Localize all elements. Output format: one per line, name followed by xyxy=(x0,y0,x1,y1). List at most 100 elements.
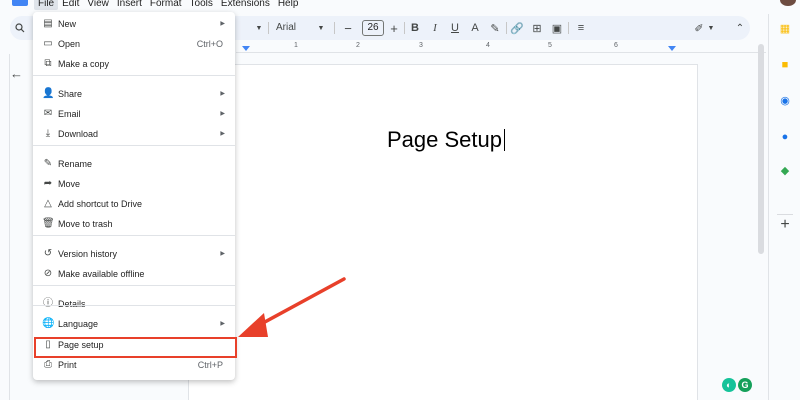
menu-item-document[interactable]: ▤ New ▶ xyxy=(33,15,235,33)
toolbar-divider xyxy=(568,22,569,34)
decrease-font-size-icon[interactable]: − xyxy=(340,16,356,40)
menu-edit[interactable]: Edit xyxy=(58,0,83,10)
ruler-mark: 2 xyxy=(356,42,360,49)
page-setup-highlight-annotation xyxy=(34,337,237,358)
menu-item-person-add[interactable]: 👤 Share ▶ xyxy=(33,85,235,103)
highlight-pen-icon[interactable]: ✎ xyxy=(488,16,502,40)
bold-button[interactable]: B xyxy=(408,16,422,40)
grammarly-icon[interactable]: ◐ xyxy=(722,378,736,392)
italic-button[interactable]: I xyxy=(428,16,442,40)
font-family-select[interactable]: Arial xyxy=(276,16,296,40)
menu-item-info[interactable]: ⓘ Details xyxy=(33,295,235,313)
menu-item-label: Details xyxy=(58,299,86,309)
calendar-icon[interactable]: ▦ xyxy=(778,22,792,36)
menu-item-label: Move xyxy=(58,179,81,189)
menu-item-label: Make a copy xyxy=(58,59,110,69)
document-title-text[interactable]: Page Setup xyxy=(387,127,505,153)
file-menu-dropdown: ▤ New ▶ ▭ Open Ctrl+O ⧉ Make a copy 👤 Share ▶ ✉ Emai… xyxy=(33,12,235,380)
menu-item-trash[interactable]: 🗑 Move to trash xyxy=(33,215,235,233)
right-indent-marker[interactable] xyxy=(668,46,676,51)
menu-item-label: Print xyxy=(58,360,77,370)
menu-item-label: Download xyxy=(58,129,99,139)
menu-item-history[interactable]: ↺ Version history ▶ xyxy=(33,245,235,263)
menu-item-label: New xyxy=(58,19,77,29)
menu-item-email[interactable]: ✉ Email ▶ xyxy=(33,105,235,123)
contacts-icon[interactable]: ● xyxy=(778,130,792,144)
add-comment-icon[interactable]: ⊞ xyxy=(530,16,544,40)
ruler-mark: 6 xyxy=(614,42,618,49)
increase-font-size-icon[interactable]: + xyxy=(386,16,402,40)
menu-item-print[interactable]: ⎙ Print Ctrl+P xyxy=(33,356,235,374)
left-indent-marker[interactable] xyxy=(242,46,250,51)
avatar[interactable] xyxy=(780,0,796,6)
tasks-icon[interactable]: ◉ xyxy=(778,94,792,108)
history-icon: ↺ xyxy=(43,248,53,259)
search-menus-icon[interactable] xyxy=(12,16,28,40)
grammarly-g-icon[interactable]: G xyxy=(738,378,752,392)
outline-back-arrow-icon[interactable]: ← xyxy=(10,66,23,81)
toolbar-divider xyxy=(268,22,269,34)
submenu-arrow-icon: ▶ xyxy=(220,251,225,257)
hide-menus-chevron-up-icon[interactable]: ⌃ xyxy=(734,16,746,40)
menu-item-label: Email xyxy=(58,109,81,119)
align-left-icon[interactable]: ≡ xyxy=(574,16,588,40)
menu-item-download[interactable]: ⤓ Download ▶ xyxy=(33,125,235,143)
style-dropdown-chevron-icon[interactable]: ▼ xyxy=(254,16,264,40)
docs-logo-icon[interactable] xyxy=(12,0,28,6)
email-icon: ✉ xyxy=(43,108,53,119)
menu-view[interactable]: View xyxy=(83,0,113,10)
copy-icon: ⧉ xyxy=(44,58,52,69)
submenu-arrow-icon: ▶ xyxy=(220,111,225,117)
submenu-arrow-icon: ▶ xyxy=(220,321,225,327)
globe-icon: 🌐 xyxy=(42,318,55,329)
menu-item-globe[interactable]: 🌐 Language ▶ xyxy=(33,315,235,333)
keep-icon[interactable]: ■ xyxy=(778,58,792,72)
menu-items: File Edit View Insert Format Tools Exten… xyxy=(34,0,302,10)
font-dropdown-chevron-icon[interactable]: ▼ xyxy=(316,16,326,40)
toolbar-divider xyxy=(404,22,405,34)
editing-mode-chevron-icon[interactable]: ▼ xyxy=(706,16,716,40)
toolbar-divider xyxy=(506,22,507,34)
vertical-scrollbar[interactable] xyxy=(758,44,764,254)
menu-item-copy[interactable]: ⧉ Make a copy xyxy=(33,55,235,73)
menu-separator xyxy=(33,235,235,236)
menu-item-label: Rename xyxy=(58,159,93,169)
submenu-arrow-icon: ▶ xyxy=(220,131,225,137)
text-color-button[interactable]: A xyxy=(468,16,482,40)
menu-item-label: Version history xyxy=(58,249,118,259)
menu-item-drive-shortcut[interactable]: △ Add shortcut to Drive xyxy=(33,195,235,213)
insert-link-icon[interactable]: 🔗 xyxy=(510,16,524,40)
menu-format[interactable]: Format xyxy=(146,0,186,10)
editing-mode-pen-icon[interactable]: ✐ xyxy=(692,16,706,40)
menu-item-label: Make available offline xyxy=(58,269,145,279)
menu-item-shortcut: Ctrl+P xyxy=(197,360,223,370)
menu-item-folder[interactable]: ▭ Open Ctrl+O xyxy=(33,35,235,53)
rename-icon: ✎ xyxy=(43,158,53,169)
menu-separator xyxy=(33,145,235,146)
menu-separator xyxy=(33,285,235,286)
maps-icon[interactable]: ◆ xyxy=(778,164,792,178)
get-addons-plus-icon[interactable]: + xyxy=(778,217,792,233)
insert-image-icon[interactable]: ▣ xyxy=(550,16,564,40)
side-panel-divider xyxy=(777,214,793,215)
menu-extensions[interactable]: Extensions xyxy=(217,0,274,10)
arrow-annotation-icon xyxy=(238,277,346,337)
drive-shortcut-icon: △ xyxy=(44,198,52,209)
toolbar-divider xyxy=(334,22,335,34)
menu-help[interactable]: Help xyxy=(274,0,303,10)
menu-item-offline[interactable]: ⊘ Make available offline xyxy=(33,265,235,283)
menu-tools[interactable]: Tools xyxy=(186,0,217,10)
menu-insert[interactable]: Insert xyxy=(113,0,146,10)
document-page[interactable]: Page Setup xyxy=(188,64,698,400)
underline-button[interactable]: U xyxy=(448,16,462,40)
text-cursor xyxy=(503,129,505,151)
font-size-input[interactable]: 26 xyxy=(362,20,384,36)
menu-item-move[interactable]: ➦ Move xyxy=(33,175,235,193)
menu-file[interactable]: File xyxy=(34,0,59,10)
ruler-mark: 1 xyxy=(294,42,298,49)
menu-item-rename[interactable]: ✎ Rename xyxy=(33,155,235,173)
menu-item-label: Add shortcut to Drive xyxy=(58,199,143,209)
submenu-arrow-icon: ▶ xyxy=(220,21,225,27)
menu-item-label: Share xyxy=(58,89,83,99)
info-icon: ⓘ xyxy=(43,298,53,309)
